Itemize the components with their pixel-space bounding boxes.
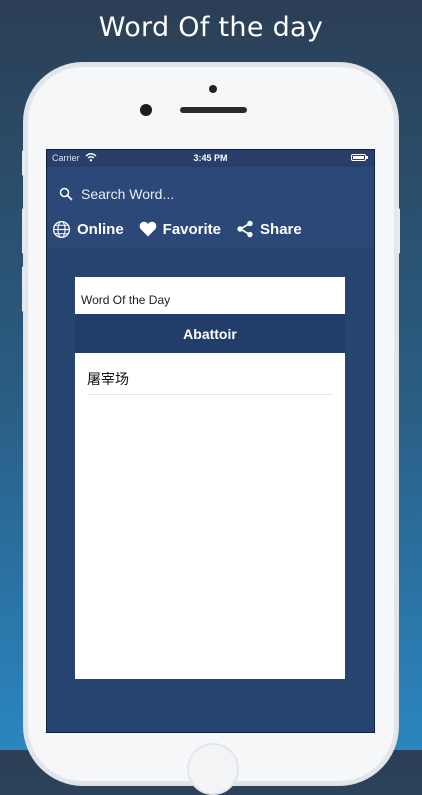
share-label: Share: [260, 220, 302, 238]
search-input[interactable]: [79, 185, 343, 203]
online-button[interactable]: Online: [52, 220, 124, 239]
word-banner[interactable]: Abattoir: [75, 314, 345, 353]
phone-mute-switch: [22, 150, 26, 176]
phone-sensor: [209, 85, 217, 93]
divider: [87, 394, 333, 395]
word-translation: 屠宰场: [87, 372, 129, 388]
word-of-day-card: Word Of the Day Abattoir 屠宰场: [75, 277, 345, 679]
status-time: 3:45 PM: [193, 153, 228, 163]
phone-home-button[interactable]: [187, 743, 239, 795]
phone-power-button: [396, 208, 400, 254]
battery-icon: [351, 154, 368, 161]
online-label: Online: [77, 220, 124, 238]
share-icon: [237, 220, 253, 238]
status-bar: Carrier 3:45 PM: [47, 150, 374, 167]
favorite-label: Favorite: [162, 220, 222, 238]
globe-icon: [52, 220, 71, 238]
search-icon: [59, 187, 73, 201]
phone-camera: [140, 104, 152, 116]
action-bar: Online Favorite Share: [52, 217, 317, 241]
phone-volume-up: [22, 208, 26, 254]
app-screen: Carrier 3:45 PM Onlin: [46, 149, 375, 733]
phone-volume-down: [22, 266, 26, 312]
phone-speaker: [180, 107, 247, 113]
share-button[interactable]: Share: [236, 220, 302, 238]
word-title: Abattoir: [183, 325, 237, 342]
search-bar[interactable]: [53, 180, 368, 208]
app-header: Online Favorite Share: [47, 167, 374, 248]
heart-icon: [139, 221, 157, 237]
promo-title: Word Of the day: [98, 12, 324, 43]
favorite-button[interactable]: Favorite: [139, 221, 221, 238]
card-header: Word Of the Day: [81, 293, 171, 307]
